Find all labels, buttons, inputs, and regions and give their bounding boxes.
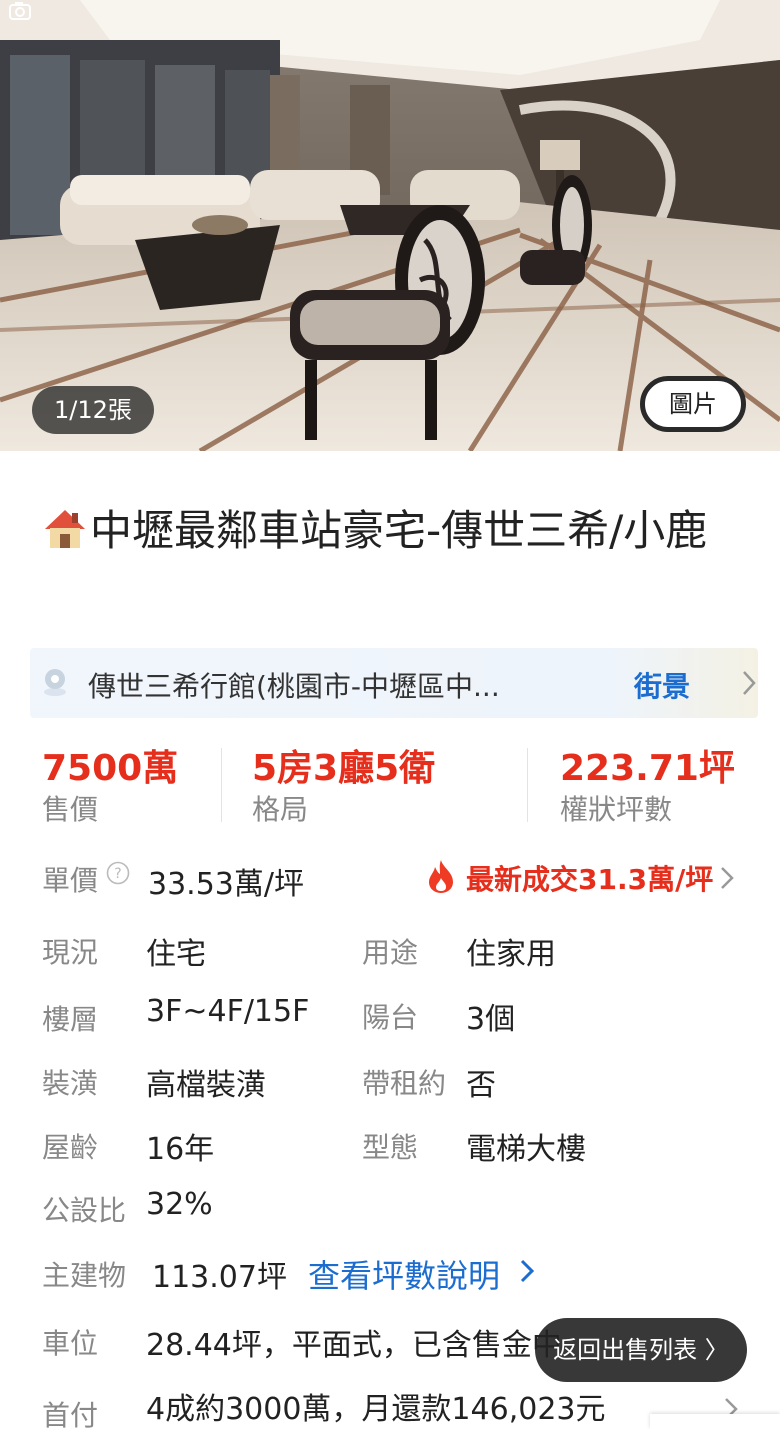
address-bar[interactable]: 傳世三希行館(桃園市-中壢區中... 街景 <box>30 648 758 718</box>
chevron-right-icon <box>743 671 756 695</box>
house-icon <box>45 510 85 548</box>
public-ratio-value: 32% <box>146 1187 213 1222</box>
floor-label: 樓層 <box>42 1003 99 1036</box>
down-payment-label: 首付 <box>42 1399 99 1429</box>
balcony-label: 陽台 <box>362 1001 419 1034</box>
status-label: 現況 <box>42 936 99 969</box>
svg-text:?: ? <box>114 866 121 882</box>
main-building-label: 主建物 <box>42 1259 127 1292</box>
unit-price-value: 33.53萬/坪 <box>148 867 304 902</box>
main-building-value: 113.07坪 <box>152 1260 287 1295</box>
chevron-right-icon: 〉 <box>697 1336 729 1364</box>
return-to-list-button[interactable]: 返回出售列表 〉 <box>535 1318 747 1382</box>
lease-value: 否 <box>466 1068 496 1103</box>
down-payment-value: 4成約3000萬，月還款146,023元 <box>146 1392 606 1427</box>
photo-mode-button[interactable]: 圖片 <box>640 376 746 432</box>
location-pin-icon <box>44 669 66 696</box>
photo-counter: 1/12張 <box>32 386 154 434</box>
camera-icon <box>9 2 31 20</box>
stat-area: 223.71坪 權狀坪數 <box>560 746 735 828</box>
fire-icon <box>429 860 453 893</box>
listing-photo[interactable]: 1/12張 圖片 <box>0 0 780 451</box>
address-text: 傳世三希行館(桃園市-中壢區中... <box>88 670 500 703</box>
stat-price: 7500萬 售價 <box>42 746 178 828</box>
parking-value: 28.44坪，平面式，已含售金中 <box>146 1328 562 1363</box>
usage-value: 住家用 <box>466 937 556 972</box>
decor-value: 高檔裝潢 <box>146 1068 266 1103</box>
age-value: 16年 <box>146 1132 215 1167</box>
parking-label: 車位 <box>42 1327 99 1360</box>
status-value: 住宅 <box>146 937 206 972</box>
chevron-right-icon <box>520 1259 535 1283</box>
floating-bar-edge <box>650 1414 780 1429</box>
listing-title: 中壢最鄰車站豪宅-傳世三希/小鹿 <box>42 498 742 564</box>
stat-divider <box>221 748 222 822</box>
decor-label: 裝潢 <box>42 1067 99 1100</box>
usage-label: 用途 <box>362 936 419 969</box>
floor-value: 3F~4F/15F <box>146 994 310 1029</box>
layout-label: 格局 <box>252 793 309 826</box>
public-ratio-label: 公設比 <box>42 1194 127 1227</box>
area-label: 權狀坪數 <box>560 793 673 826</box>
lease-label: 帶租約 <box>362 1067 447 1100</box>
chevron-right-icon <box>721 867 734 889</box>
latest-deal-link[interactable]: 最新成交31.3萬/坪 <box>466 858 713 898</box>
type-value: 電梯大樓 <box>466 1132 586 1167</box>
listing-title-text: 中壢最鄰車站豪宅-傳世三希/小鹿 <box>90 506 708 555</box>
unit-price-label: 單價 <box>42 864 99 897</box>
area-value: 223.71坪 <box>560 748 735 789</box>
stat-layout: 5房3廳5衛 格局 <box>252 746 435 828</box>
type-label: 型態 <box>362 1131 419 1164</box>
return-to-list-label: 返回出售列表 <box>553 1336 698 1364</box>
stat-divider <box>527 748 528 822</box>
price-label: 售價 <box>42 793 99 826</box>
layout-value: 5房3廳5衛 <box>252 748 436 789</box>
street-view-link[interactable]: 街景 <box>634 665 690 705</box>
price-value: 7500萬 <box>42 748 179 789</box>
help-icon[interactable]: ? <box>106 861 130 885</box>
age-label: 屋齡 <box>42 1131 99 1164</box>
balcony-value: 3個 <box>466 1002 516 1037</box>
area-explanation-link[interactable]: 查看坪數說明 <box>308 1251 500 1297</box>
